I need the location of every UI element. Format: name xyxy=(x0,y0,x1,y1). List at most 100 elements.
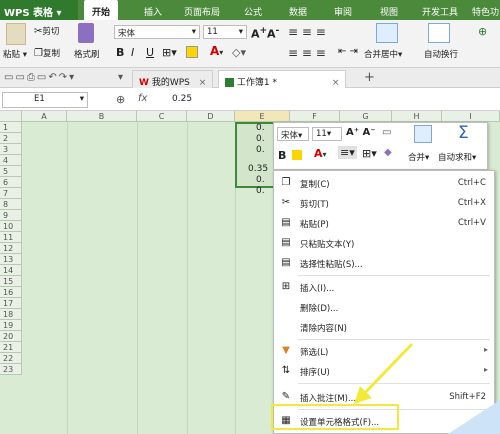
mini-fill-color-icon[interactable] xyxy=(292,150,302,160)
tab-developer[interactable]: 开发工具 xyxy=(422,0,458,20)
mini-merge-button[interactable]: 合并▾ xyxy=(408,151,429,163)
tab-my-wps[interactable]: W 我的WPS × xyxy=(132,70,214,88)
format-painter-button[interactable]: 格式刷 xyxy=(74,48,100,60)
mini-align-icon[interactable]: ≡▾ xyxy=(338,146,357,159)
row-header[interactable]: 3 xyxy=(0,144,22,155)
cell-e5[interactable]: 0. xyxy=(256,175,265,185)
row-header[interactable]: 5 xyxy=(0,166,22,177)
mini-bold-button[interactable]: B xyxy=(278,149,286,162)
tab-insert[interactable]: 插入 xyxy=(144,0,162,20)
format-icon[interactable]: ▭ xyxy=(382,127,391,138)
tab-view[interactable]: 视图 xyxy=(380,0,398,20)
new-tab-icon[interactable]: + xyxy=(364,70,375,85)
column-header[interactable]: C xyxy=(137,111,187,122)
tab-review[interactable]: 审阅 xyxy=(334,0,352,20)
fill-color-icon[interactable] xyxy=(186,46,198,58)
bold-button[interactable]: B xyxy=(116,46,124,59)
menu-item-clear[interactable]: 清除内容(N) xyxy=(274,317,494,337)
quick-access-toolbar[interactable]: ▭▭⎙▭↶↷▾ xyxy=(4,72,76,83)
row-header[interactable]: 10 xyxy=(0,221,22,232)
menu-item-paste[interactable]: ▤ 粘贴(P) Ctrl+V xyxy=(274,213,494,233)
fx-icon[interactable]: fx xyxy=(138,93,147,104)
menu-item-cut[interactable]: ✂ 剪切(T) Ctrl+X xyxy=(274,193,494,213)
close-icon[interactable]: × xyxy=(199,78,207,88)
row-header[interactable]: 6 xyxy=(0,177,22,188)
app-menu-button[interactable]: WPS 表格 ▾ xyxy=(0,0,78,20)
cell-e6[interactable]: 0. xyxy=(256,186,265,196)
menu-item-delete[interactable]: 删除(D)... xyxy=(274,297,494,317)
italic-button[interactable]: I xyxy=(131,46,134,59)
mini-format-painter-icon[interactable]: ◆ xyxy=(384,147,392,158)
wrap-text-button[interactable]: 自动换行 xyxy=(424,48,458,60)
mini-autosum-button[interactable]: 自动求和▾ xyxy=(438,151,476,163)
column-header[interactable]: F xyxy=(290,111,340,122)
merge-center-button[interactable]: 合并居中▾ xyxy=(364,48,402,60)
tab-formulas[interactable]: 公式 xyxy=(244,0,262,20)
underline-button[interactable]: U xyxy=(146,46,154,59)
cell-e3[interactable]: 0. xyxy=(256,145,265,155)
indent-icon[interactable]: ⇤ ⇥ xyxy=(338,46,358,57)
menu-item-paste-text[interactable]: ▤ 只粘贴文本(Y) xyxy=(274,233,494,253)
row-header[interactable]: 22 xyxy=(0,353,22,364)
row-header[interactable]: 19 xyxy=(0,320,22,331)
formula-input[interactable]: 0.25 xyxy=(172,94,192,104)
zoom-icon[interactable]: ⊕ xyxy=(116,93,125,106)
column-header[interactable]: D xyxy=(187,111,235,122)
mini-font-color-icon[interactable]: A▾ xyxy=(314,147,327,160)
paste-button[interactable]: 粘贴 ▾ xyxy=(3,48,27,60)
row-header[interactable]: 2 xyxy=(0,133,22,144)
tab-features[interactable]: 特色功 xyxy=(472,0,499,20)
row-header[interactable]: 15 xyxy=(0,276,22,287)
column-header[interactable]: A xyxy=(22,111,67,122)
menu-item-copy[interactable]: ❐ 复制(C) Ctrl+C xyxy=(274,173,494,193)
row-header[interactable]: 7 xyxy=(0,188,22,199)
row-header[interactable]: 18 xyxy=(0,309,22,320)
cell-e2[interactable]: 0. xyxy=(256,134,265,144)
column-header[interactable]: H xyxy=(392,111,442,122)
menu-item-paste-special[interactable]: ▤ 选择性粘贴(S)... xyxy=(274,253,494,273)
mini-merge-icon[interactable] xyxy=(414,125,432,143)
row-header[interactable]: 16 xyxy=(0,287,22,298)
column-header[interactable]: B xyxy=(67,111,137,122)
eraser-icon[interactable]: ◇▾ xyxy=(232,46,246,59)
shrink-font-button[interactable]: A- xyxy=(267,25,279,41)
align-top-icon[interactable]: ≡ ≡ ≡ xyxy=(288,25,326,39)
tabs-menu-icon[interactable]: ▾ xyxy=(118,72,123,83)
autosum-icon[interactable]: Σ xyxy=(458,123,469,143)
row-header[interactable]: 4 xyxy=(0,155,22,166)
grow-font-icon[interactable]: A⁺ A⁻ xyxy=(346,127,376,138)
paste-icon[interactable] xyxy=(6,23,26,45)
copy-button[interactable]: ❐复制 xyxy=(34,47,60,61)
border-icon[interactable]: ⊞▾ xyxy=(162,46,177,59)
tab-workbook1[interactable]: 工作簿1 * × xyxy=(218,70,347,88)
row-header[interactable]: 12 xyxy=(0,243,22,254)
font-color-icon[interactable]: A▾ xyxy=(210,44,223,58)
menu-item-insert[interactable]: ⊞ 插入(I)... xyxy=(274,277,494,297)
tab-data[interactable]: 数据 xyxy=(289,0,307,20)
row-header[interactable]: 9 xyxy=(0,210,22,221)
row-header[interactable]: 13 xyxy=(0,254,22,265)
font-size-select[interactable]: 11 ▾ xyxy=(203,25,247,39)
mini-font-name-select[interactable]: 宋体▾ xyxy=(277,127,309,141)
mini-border-icon[interactable]: ⊞▾ xyxy=(362,147,377,160)
row-header[interactable]: 17 xyxy=(0,298,22,309)
merge-center-icon[interactable] xyxy=(376,23,398,43)
wrap-text-icon[interactable] xyxy=(428,23,450,43)
row-header[interactable]: 8 xyxy=(0,199,22,210)
cell-e4[interactable]: 0.35 xyxy=(248,164,268,174)
column-header[interactable]: I xyxy=(442,111,500,122)
row-header[interactable]: 11 xyxy=(0,232,22,243)
row-header[interactable]: 14 xyxy=(0,265,22,276)
grow-font-button[interactable]: A+ xyxy=(251,25,267,41)
cut-button[interactable]: ✂剪切 xyxy=(34,25,59,39)
name-box[interactable]: E1 ▾ xyxy=(2,92,88,108)
font-name-select[interactable]: 宋体 ▾ xyxy=(114,25,200,39)
select-all-corner[interactable] xyxy=(0,111,22,122)
row-header[interactable]: 20 xyxy=(0,331,22,342)
row-header[interactable]: 1 xyxy=(0,122,22,133)
cell-e1[interactable]: 0. xyxy=(256,123,265,133)
mini-font-size-select[interactable]: 11▾ xyxy=(312,127,342,141)
align-left-icon[interactable]: ≡ ≡ ≡ xyxy=(288,46,326,60)
close-icon[interactable]: × xyxy=(332,78,340,88)
row-header[interactable]: 23 xyxy=(0,364,22,375)
